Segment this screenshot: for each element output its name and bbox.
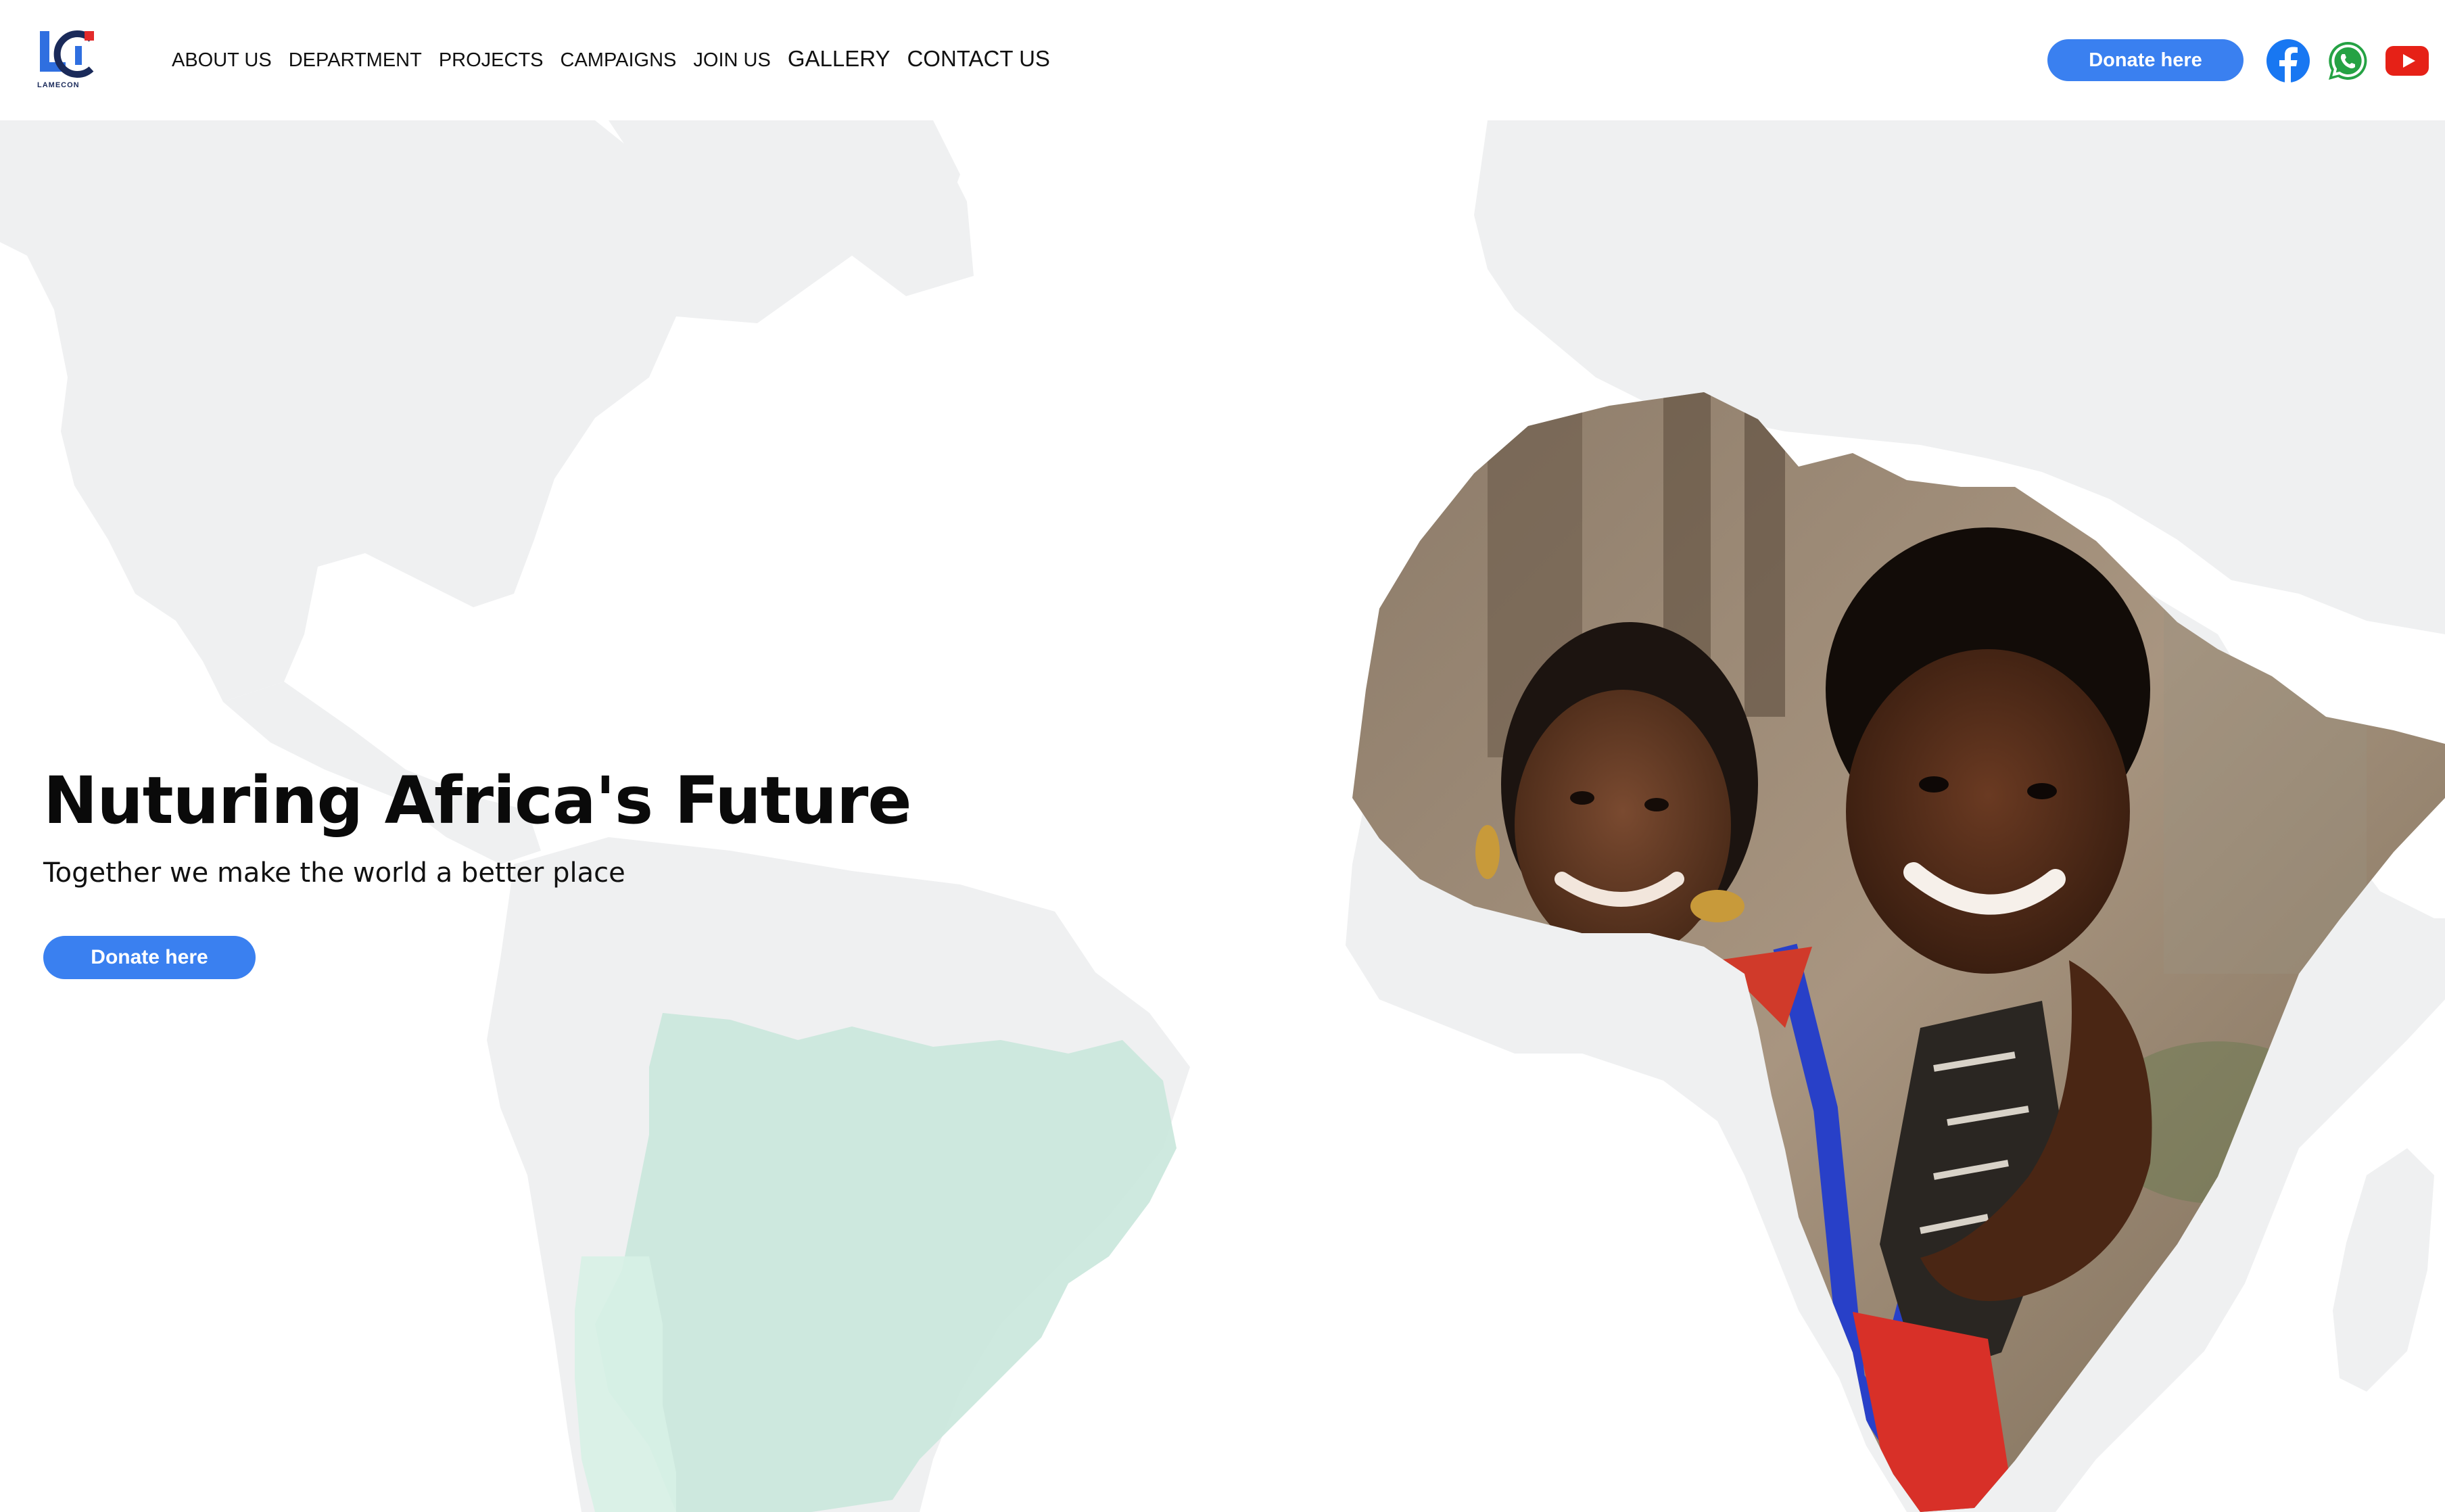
site-logo[interactable]: LAMECON [37,27,105,91]
whatsapp-link[interactable] [2326,39,2369,82]
main-navigation: ABOUT US DEPARTMENT PROJECTS CAMPAIGNS J… [172,46,1050,72]
nav-contact-us[interactable]: CONTACT US [907,46,1049,72]
africa-children-photo [1352,392,2445,1512]
whatsapp-icon [2329,41,2367,80]
site-header: LAMECON ABOUT US DEPARTMENT PROJECTS CAM… [0,0,2445,120]
youtube-icon [2385,46,2429,76]
nav-gallery[interactable]: GALLERY [788,46,891,72]
page: LAMECON ABOUT US DEPARTMENT PROJECTS CAM… [0,0,2445,1512]
hero-title: Nuturing Africa's Future [43,763,911,838]
nav-projects[interactable]: PROJECTS [439,49,544,72]
nav-join-us[interactable]: JOIN US [693,49,770,72]
facebook-icon [2266,39,2310,82]
header-donate-button[interactable]: Donate here [2047,39,2244,81]
hero-donate-button[interactable]: Donate here [43,936,256,979]
nav-campaigns[interactable]: CAMPAIGNS [561,49,677,72]
hero-subtitle: Together we make the world a better plac… [43,857,625,889]
facebook-link[interactable] [2266,39,2310,82]
youtube-link[interactable] [2385,39,2429,82]
lamecon-logo-icon [40,30,94,78]
highlighted-region-shape [595,1013,1177,1512]
nav-department[interactable]: DEPARTMENT [289,49,422,72]
nav-about-us[interactable]: ABOUT US [172,49,272,72]
logo-caption: LAMECON [37,81,80,89]
